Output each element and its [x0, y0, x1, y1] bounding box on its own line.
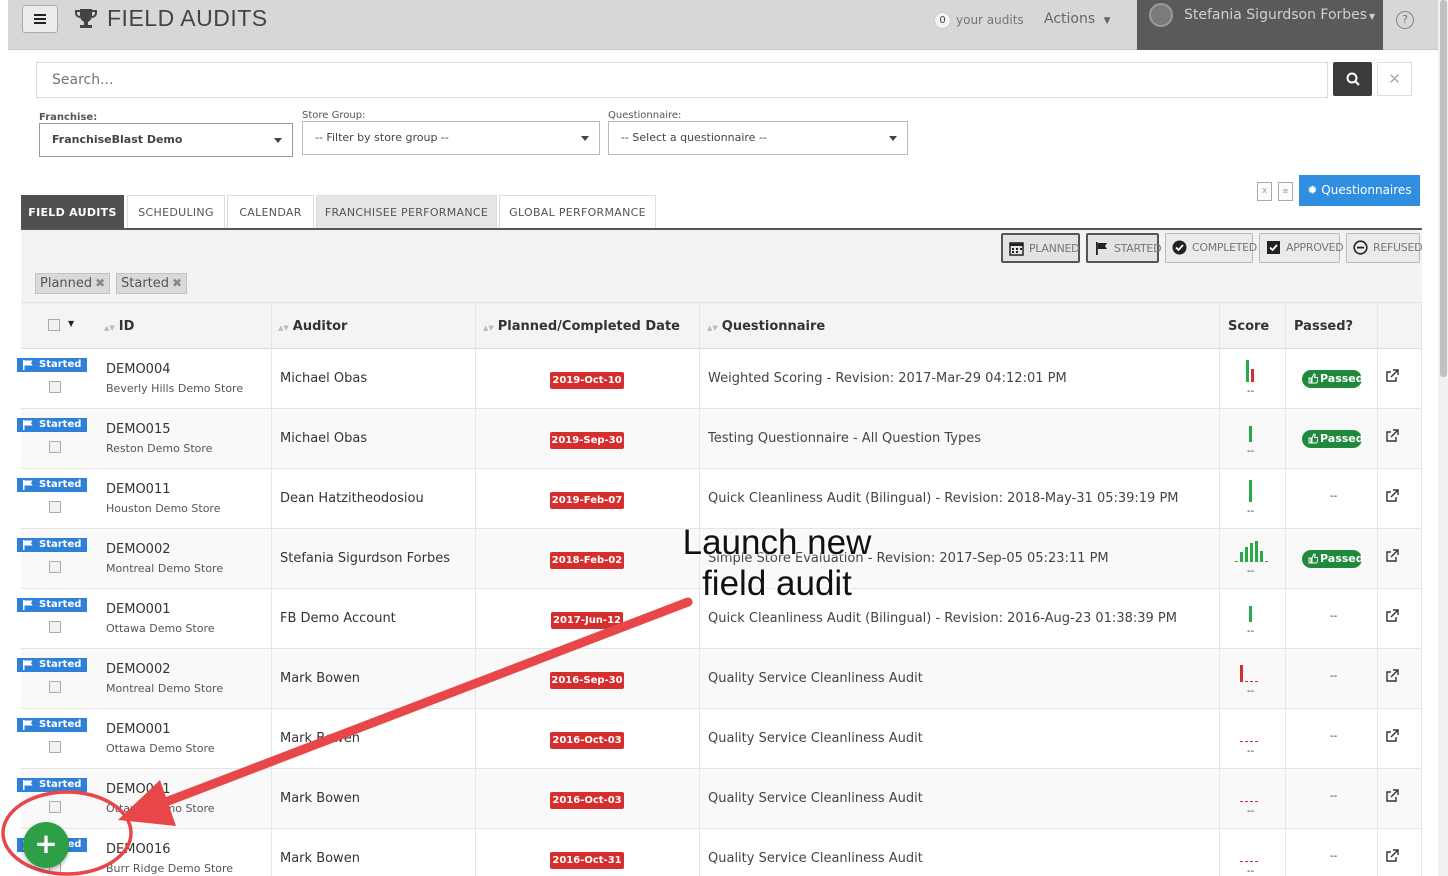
annotation-label: Launch new field audit — [667, 522, 887, 604]
page: FIELD AUDITS 0 your audits Actions ▼ Ste… — [0, 0, 1448, 876]
annotation-arrow-line — [145, 597, 693, 813]
annotation-overlay — [1, 597, 693, 876]
annotation-circle — [1, 790, 133, 876]
annotation-line-1: Launch new — [682, 523, 872, 562]
new-audit-button[interactable]: + — [23, 822, 69, 868]
annotation-line-2: field audit — [702, 564, 852, 603]
annotation-arrow-head — [118, 780, 176, 826]
